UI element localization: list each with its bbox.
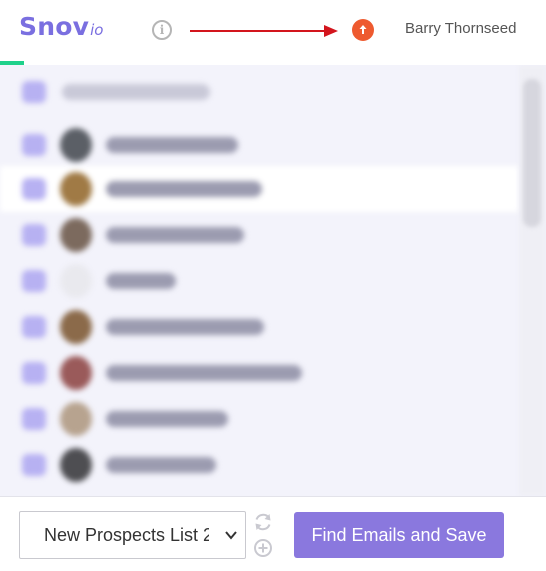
avatar (60, 264, 92, 298)
list-item[interactable] (0, 350, 519, 396)
avatar (60, 402, 92, 436)
add-circle-icon[interactable] (253, 538, 273, 558)
select-all-checkbox[interactable] (22, 81, 46, 103)
list-item[interactable] (0, 212, 519, 258)
info-icon[interactable]: i (152, 20, 172, 40)
list-item[interactable] (0, 304, 519, 350)
prospect-list (0, 65, 546, 496)
list-header-row (0, 69, 519, 115)
annotation-arrow (190, 25, 338, 37)
list-item[interactable] (0, 166, 519, 212)
row-checkbox[interactable] (22, 178, 46, 200)
prospect-list-select[interactable]: New Prospects List 2 (19, 511, 246, 559)
prospect-name (106, 137, 238, 153)
upgrade-arrow-icon[interactable] (352, 19, 374, 41)
user-name[interactable]: Barry Thornseed (405, 20, 516, 37)
prospect-name (106, 319, 264, 335)
row-checkbox[interactable] (22, 224, 46, 246)
logo-main-text: Snov (19, 12, 90, 41)
list-item[interactable] (0, 122, 519, 168)
prospect-name (106, 181, 262, 197)
row-checkbox[interactable] (22, 454, 46, 476)
prospect-name (106, 411, 228, 427)
list-item[interactable] (0, 396, 519, 442)
logo-sub-text: io (90, 21, 104, 39)
avatar (60, 448, 92, 482)
action-footer: New Prospects List 2 Find Emails and Sav… (0, 496, 546, 571)
list-actions (252, 511, 274, 559)
prospect-name (106, 227, 244, 243)
row-checkbox[interactable] (22, 270, 46, 292)
row-checkbox[interactable] (22, 134, 46, 156)
selected-list-name: New Prospects List 2 (44, 524, 209, 545)
avatar (60, 172, 92, 206)
avatar (60, 310, 92, 344)
list-header-label (62, 84, 210, 100)
prospect-name (106, 457, 216, 473)
avatar (60, 356, 92, 390)
scrollbar-thumb[interactable] (523, 79, 541, 227)
chevron-down-icon (225, 531, 237, 540)
list-item[interactable] (0, 442, 519, 488)
avatar (60, 128, 92, 162)
app-header: Snov io i Barry Thornseed (0, 0, 546, 62)
snovio-logo[interactable]: Snov io (19, 12, 103, 48)
find-emails-save-button[interactable]: Find Emails and Save (294, 512, 504, 558)
prospect-name (106, 365, 302, 381)
list-item[interactable] (0, 258, 519, 304)
avatar (60, 218, 92, 252)
row-checkbox[interactable] (22, 316, 46, 338)
prospect-name (106, 273, 176, 289)
refresh-icon[interactable] (252, 511, 274, 533)
row-checkbox[interactable] (22, 408, 46, 430)
row-checkbox[interactable] (22, 362, 46, 384)
